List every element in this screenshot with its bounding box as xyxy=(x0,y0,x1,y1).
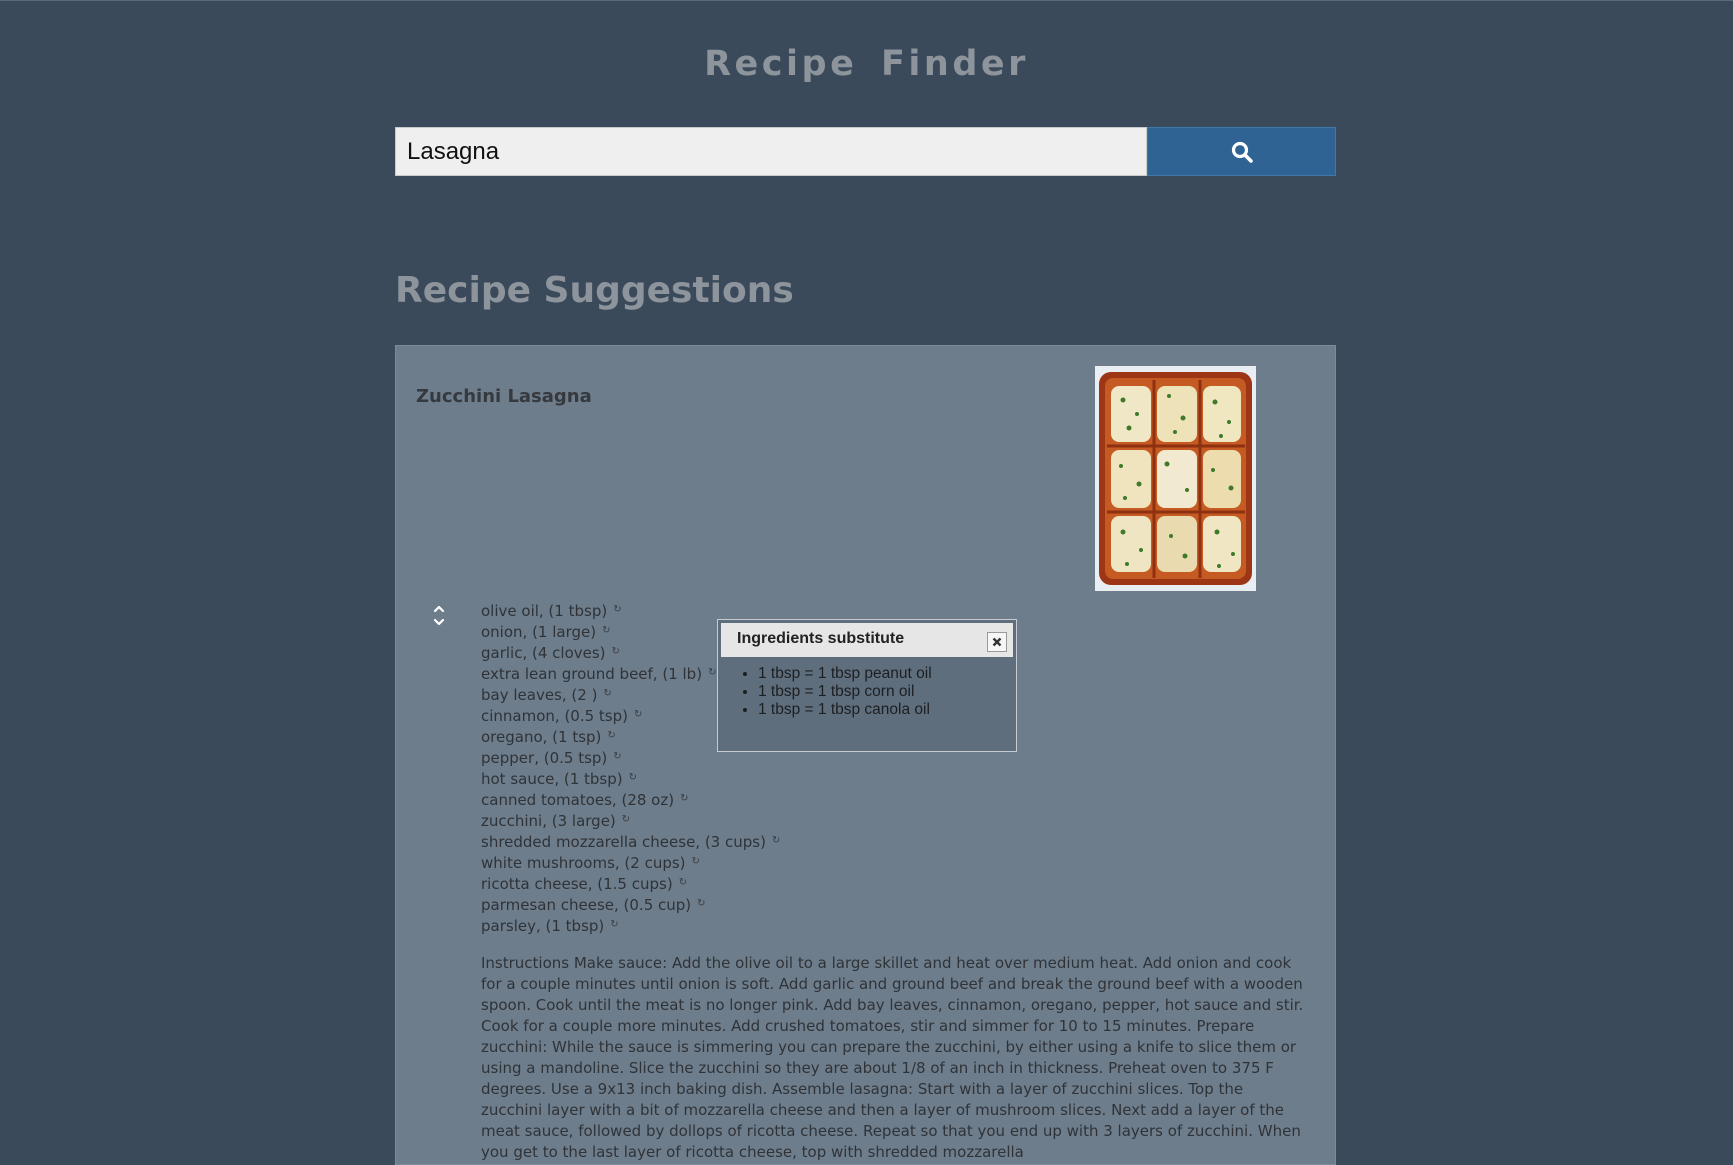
chevron-up-down-icon xyxy=(433,605,445,626)
recipe-image xyxy=(1095,366,1256,591)
popup-title: Ingredients substitute xyxy=(737,630,905,647)
ingredient-label: parsley, (1 tbsp) xyxy=(481,917,605,935)
ingredient-label: white mushrooms, (2 cups) xyxy=(481,854,686,872)
list-item: white mushrooms, (2 cups) ↻ xyxy=(481,853,780,874)
list-item: hot sauce, (1 tbsp) ↻ xyxy=(481,769,780,790)
recipe-card: Zucchini Lasagna olive oil, (1 tbsp) ↻ o… xyxy=(395,345,1336,1165)
search-input[interactable] xyxy=(395,127,1147,176)
substitute-item: 1 tbsp = 1 tbsp peanut oil xyxy=(758,665,932,683)
ingredient-label: onion, (1 large) xyxy=(481,623,597,641)
list-item: ricotta cheese, (1.5 cups) ↻ xyxy=(481,874,780,895)
substitute-list: 1 tbsp = 1 tbsp peanut oil 1 tbsp = 1 tb… xyxy=(736,665,932,719)
substitute-item: 1 tbsp = 1 tbsp corn oil xyxy=(758,683,932,701)
substitute-icon[interactable]: ↻ xyxy=(697,895,705,913)
list-item: parsley, (1 tbsp) ↻ xyxy=(481,916,780,937)
substitute-icon[interactable]: ↻ xyxy=(607,727,615,745)
ingredient-label: bay leaves, (2 ) xyxy=(481,686,598,704)
top-divider xyxy=(0,0,1733,1)
substitute-icon[interactable]: ↻ xyxy=(634,706,642,724)
ingredient-label: canned tomatoes, (28 oz) xyxy=(481,791,675,809)
recipe-instructions: Instructions Make sauce: Add the olive o… xyxy=(481,954,1304,1161)
substitute-icon[interactable]: ↻ xyxy=(629,769,637,787)
search-button[interactable] xyxy=(1147,127,1336,176)
search-icon xyxy=(1231,141,1253,163)
ingredient-label: extra lean ground beef, (1 lb) xyxy=(481,665,703,683)
ingredient-label: pepper, (0.5 tsp) xyxy=(481,749,608,767)
ingredient-label: parmesan cheese, (0.5 cup) xyxy=(481,896,692,914)
search-bar xyxy=(395,127,1336,176)
substitute-icon[interactable]: ↻ xyxy=(602,622,610,640)
close-icon xyxy=(992,637,1002,647)
ingredient-label: shredded mozzarella cheese, (3 cups) xyxy=(481,833,766,851)
ingredient-label: zucchini, (3 large) xyxy=(481,812,616,830)
substitute-icon[interactable]: ↻ xyxy=(680,790,688,808)
substitute-icon[interactable]: ↻ xyxy=(772,832,780,850)
substitute-icon[interactable]: ↻ xyxy=(612,643,620,661)
substitute-item: 1 tbsp = 1 tbsp canola oil xyxy=(758,701,932,719)
popup-header: Ingredients substitute xyxy=(721,623,1013,657)
ingredient-label: ricotta cheese, (1.5 cups) xyxy=(481,875,673,893)
close-button[interactable] xyxy=(987,632,1007,652)
ingredient-label: hot sauce, (1 tbsp) xyxy=(481,770,623,788)
app-title: Recipe Finder xyxy=(704,44,1029,84)
substitute-icon[interactable]: ↻ xyxy=(603,685,611,703)
section-title: Recipe Suggestions xyxy=(395,270,794,311)
ingredient-label: garlic, (4 cloves) xyxy=(481,644,606,662)
substitute-icon[interactable]: ↻ xyxy=(613,601,621,619)
list-item: shredded mozzarella cheese, (3 cups) ↻ xyxy=(481,832,780,853)
ingredient-label: cinnamon, (0.5 tsp) xyxy=(481,707,628,725)
collapse-toggle[interactable] xyxy=(429,603,449,629)
substitute-icon[interactable]: ↻ xyxy=(622,811,630,829)
substitute-popup: Ingredients substitute 1 tbsp = 1 tbsp p… xyxy=(717,619,1017,752)
ingredient-label: oregano, (1 tsp) xyxy=(481,728,602,746)
substitute-icon[interactable]: ↻ xyxy=(613,748,621,766)
list-item: parmesan cheese, (0.5 cup) ↻ xyxy=(481,895,780,916)
substitute-icon[interactable]: ↻ xyxy=(692,853,700,871)
list-item: zucchini, (3 large) ↻ xyxy=(481,811,780,832)
recipe-title: Zucchini Lasagna xyxy=(416,386,592,407)
substitute-icon[interactable]: ↻ xyxy=(679,874,687,892)
substitute-icon[interactable]: ↻ xyxy=(708,664,716,682)
ingredient-label: olive oil, (1 tbsp) xyxy=(481,602,608,620)
substitute-icon[interactable]: ↻ xyxy=(610,916,618,934)
list-item: canned tomatoes, (28 oz) ↻ xyxy=(481,790,780,811)
lasagna-photo xyxy=(1095,366,1256,591)
